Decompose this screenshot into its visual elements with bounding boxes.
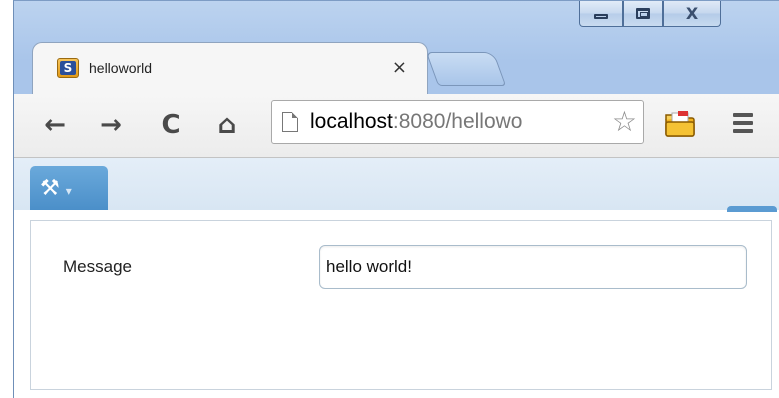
tools-icon: ⚒ <box>40 175 60 201</box>
favicon-letter: S <box>60 60 76 75</box>
new-tab-button[interactable] <box>425 52 507 86</box>
form-panel: Message <box>30 220 772 390</box>
home-button[interactable]: ⌂ <box>210 108 244 142</box>
dev-toolbar: ⚒ ▾ <box>14 158 779 212</box>
message-input[interactable] <box>319 245 747 289</box>
dev-tools-button[interactable]: ⚒ ▾ <box>30 166 108 210</box>
browser-menu-icon[interactable] <box>728 108 758 138</box>
minimize-icon <box>594 14 608 19</box>
folder-extension-icon[interactable] <box>664 110 696 138</box>
maximize-icon <box>636 8 650 19</box>
browser-toolbar: ← → C ⌂ localhost:8080/hellowo ☆ <box>14 94 779 158</box>
minimize-button[interactable] <box>579 1 623 27</box>
url-path: :8080/hellowo <box>392 110 523 133</box>
tab-close-icon[interactable]: × <box>392 57 407 78</box>
url-text: localhost:8080/hellowo <box>310 110 523 134</box>
message-label: Message <box>63 257 132 276</box>
forward-arrow-icon: → <box>100 110 122 140</box>
window-close-button[interactable]: X <box>663 1 721 27</box>
site-favicon-icon: S <box>57 57 79 78</box>
chevron-down-icon: ▾ <box>65 184 72 198</box>
tab-title: helloworld <box>89 59 153 76</box>
reload-button[interactable]: C <box>154 108 188 142</box>
forward-button[interactable]: → <box>94 108 128 142</box>
reload-icon: C <box>161 110 181 140</box>
back-arrow-icon: ← <box>44 110 66 140</box>
address-bar[interactable]: localhost:8080/hellowo ☆ <box>271 100 644 144</box>
browser-tab[interactable]: S helloworld × <box>32 42 428 94</box>
window-controls: X <box>579 1 721 31</box>
home-icon: ⌂ <box>217 110 237 140</box>
bookmark-star-icon[interactable]: ☆ <box>609 107 637 137</box>
back-button[interactable]: ← <box>38 108 72 142</box>
page-icon <box>282 112 298 132</box>
page-content: ⚒ ▾ Message <box>14 158 779 398</box>
url-host: localhost <box>310 110 393 133</box>
dev-toolbar-tab-edge <box>727 206 777 212</box>
window-close-icon: X <box>685 4 699 23</box>
maximize-button[interactable] <box>623 1 663 27</box>
